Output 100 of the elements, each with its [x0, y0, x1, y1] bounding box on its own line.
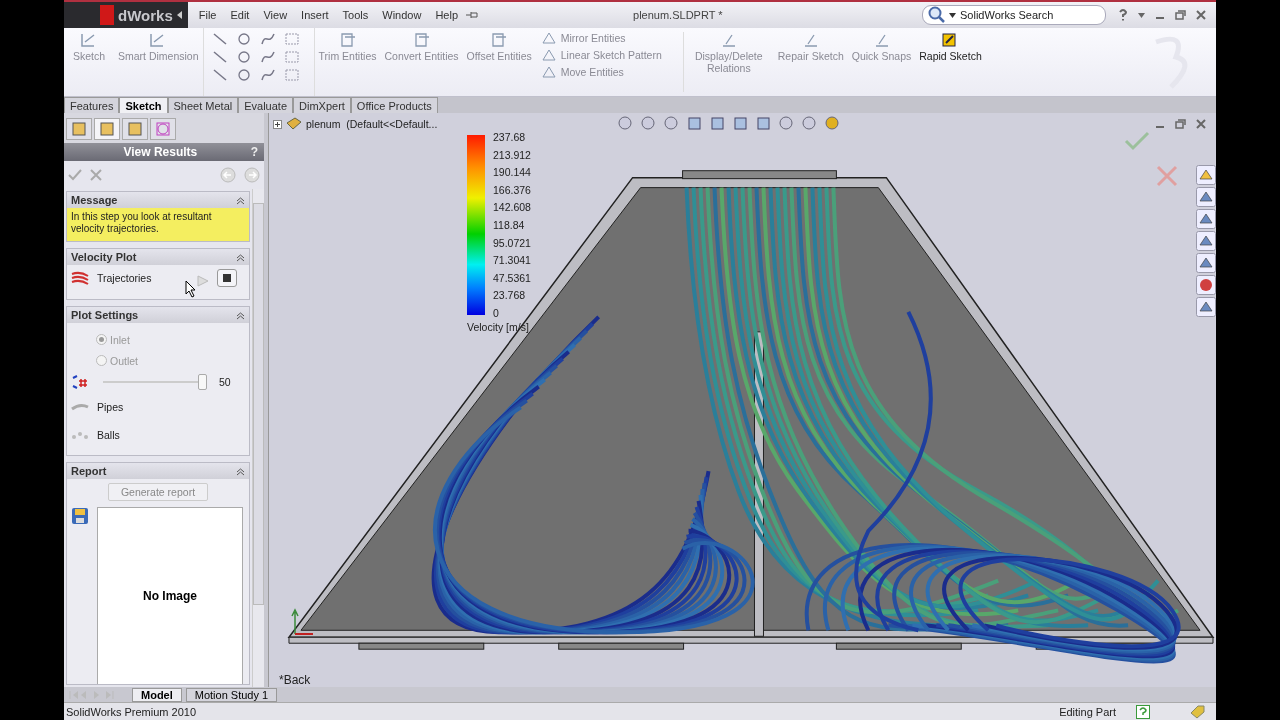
- display-option[interactable]: Balls: [97, 429, 120, 441]
- save-icon[interactable]: [71, 507, 89, 525]
- collapse-icon[interactable]: [236, 195, 245, 205]
- logo-icon: [100, 5, 114, 25]
- triangle-icon: [541, 32, 556, 44]
- sketch-tool-icon[interactable]: [259, 32, 276, 46]
- view-tool-icon[interactable]: [686, 115, 704, 131]
- tag-icon[interactable]: [1190, 704, 1206, 719]
- splitter-handle[interactable]: [264, 113, 269, 687]
- section-title: Velocity Plot: [71, 251, 137, 263]
- sketch-tool-icon[interactable]: [211, 50, 228, 64]
- task-pane-icon[interactable]: [1196, 187, 1216, 207]
- scrollbar[interactable]: [252, 189, 264, 687]
- display-option[interactable]: Pipes: [97, 401, 124, 413]
- ok-icon[interactable]: [68, 169, 82, 181]
- search-input[interactable]: SolidWorks Search: [958, 8, 1092, 22]
- scale-value: 237.68: [493, 131, 527, 143]
- app-logo: dWorks: [118, 6, 173, 24]
- entities-icon: [338, 32, 357, 48]
- panel-tab-icon[interactable]: [150, 118, 176, 140]
- slider-value: 50: [219, 376, 231, 388]
- restore-icon[interactable]: [1175, 119, 1186, 129]
- view-tool-icon[interactable]: [709, 115, 727, 131]
- view-tool-icon[interactable]: [755, 115, 773, 131]
- menu-item[interactable]: Tools: [335, 9, 376, 21]
- sketch-tool-icon[interactable]: [235, 50, 252, 64]
- tab[interactable]: Model: [132, 687, 182, 702]
- tab[interactable]: Office Products: [350, 97, 438, 113]
- view-tool-icon[interactable]: [778, 115, 796, 131]
- help-icon[interactable]: [1136, 704, 1150, 719]
- task-pane-icon[interactable]: [1196, 253, 1216, 273]
- stop-icon: [223, 274, 231, 282]
- trajectories-icon: [71, 271, 89, 285]
- menu-item[interactable]: Window: [375, 9, 429, 21]
- trajectories-label: Trajectories: [97, 272, 153, 284]
- tab[interactable]: Motion Study 1: [185, 687, 278, 702]
- tree-item[interactable]: plenum (Default<<Default...: [306, 118, 438, 130]
- close-icon[interactable]: [1196, 119, 1206, 129]
- message-text: In this step you look at resultant velocity trajectories.: [67, 208, 249, 241]
- sketch-tool-icon[interactable]: [211, 68, 228, 82]
- panel-tab-icon[interactable]: [122, 118, 148, 140]
- view-label: *Back: [279, 673, 311, 687]
- help-icon[interactable]: [1118, 9, 1128, 21]
- balls-icon: [71, 429, 89, 441]
- view-tool-icon[interactable]: [640, 115, 658, 131]
- caret-icon[interactable]: [949, 12, 956, 18]
- scale-value: 190.144: [493, 166, 531, 179]
- triangle-icon: [541, 66, 556, 78]
- task-pane-icon[interactable]: [1196, 231, 1216, 251]
- ribbon-button[interactable]: Rapid Sketch: [915, 28, 986, 96]
- tab[interactable]: Features: [64, 97, 120, 113]
- task-pane-icon[interactable]: [1196, 297, 1216, 317]
- panel-tab-icon[interactable]: [66, 118, 92, 140]
- view-tool-icon[interactable]: [824, 115, 842, 131]
- scale-value: 95.0721: [493, 236, 531, 249]
- scale-value: 71.3041: [493, 254, 531, 267]
- collapse-icon[interactable]: [236, 252, 245, 262]
- menu-item[interactable]: Insert: [294, 9, 336, 21]
- sketch-tool-icon[interactable]: [259, 50, 276, 64]
- sketch-tool-icon[interactable]: [211, 32, 228, 46]
- sketch-tool-icon[interactable]: [259, 68, 276, 82]
- task-pane-icon[interactable]: [1196, 165, 1216, 185]
- task-pane-icon[interactable]: [1196, 275, 1216, 295]
- window-title: plenum.SLDPRT *: [633, 9, 723, 21]
- tab[interactable]: Sheet Metal: [167, 97, 239, 113]
- slider-thumb[interactable]: [197, 374, 207, 390]
- collapse-icon[interactable]: [236, 310, 245, 320]
- tab[interactable]: Evaluate: [238, 97, 293, 113]
- count-icon: [71, 375, 89, 389]
- status-text: Editing Part: [1059, 705, 1116, 718]
- expand-icon[interactable]: [273, 119, 282, 129]
- view-tool-icon[interactable]: [732, 115, 750, 131]
- view-tool-icon[interactable]: [617, 115, 635, 131]
- restore-icon[interactable]: [1175, 10, 1186, 20]
- no-image-text: No Image: [143, 589, 197, 603]
- search-icon: [927, 6, 947, 24]
- search-field[interactable]: SolidWorks Search: [922, 5, 1106, 25]
- stop-button[interactable]: [217, 269, 237, 287]
- sketch-tool-icon[interactable]: [235, 32, 252, 46]
- menu-item[interactable]: Edit: [223, 9, 257, 21]
- collapse-icon[interactable]: [236, 466, 245, 476]
- close-icon[interactable]: [1196, 10, 1206, 20]
- menu-item[interactable]: Help: [428, 9, 466, 21]
- menu-item[interactable]: View: [256, 9, 295, 21]
- panel-tab-icon[interactable]: [94, 118, 120, 140]
- pin-icon[interactable]: [465, 10, 480, 20]
- view-tool-icon[interactable]: [663, 115, 681, 131]
- task-pane-icon[interactable]: [1196, 209, 1216, 229]
- tab[interactable]: Sketch: [119, 97, 168, 113]
- menu-item[interactable]: File: [191, 9, 224, 21]
- tab[interactable]: DimXpert: [293, 97, 351, 113]
- view-tool-icon[interactable]: [801, 115, 819, 131]
- sketch-tool-icon[interactable]: [235, 68, 252, 82]
- scale-value: 23.768: [493, 289, 527, 302]
- scale-value: 118.84: [493, 218, 526, 231]
- caret-icon[interactable]: [176, 11, 182, 19]
- entities-icon: [412, 32, 431, 48]
- section-title: Message: [71, 194, 118, 206]
- panel-title: View Results: [122, 145, 199, 159]
- scale-value: 166.376: [493, 183, 531, 196]
